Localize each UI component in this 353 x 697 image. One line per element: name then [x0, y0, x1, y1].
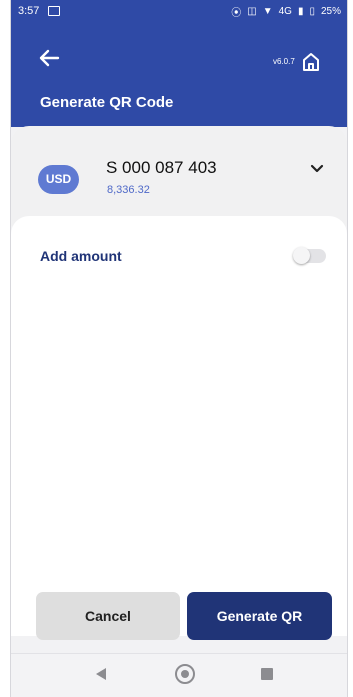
account-number: S 000 087 403 [106, 158, 217, 177]
wifi-icon: ▼ [262, 6, 273, 17]
battery-percent: 25% [320, 6, 341, 17]
system-nav-bar [11, 653, 347, 697]
back-arrow-icon[interactable] [38, 49, 60, 67]
image-notification-icon [48, 6, 60, 16]
nav-back-icon[interactable] [95, 668, 107, 680]
add-amount-label: Add amount [40, 248, 122, 264]
chevron-down-icon[interactable] [309, 161, 325, 177]
form-sheet: Add amount [11, 216, 347, 636]
toggle-knob [293, 247, 310, 264]
vibrate-icon: ◫ [247, 6, 257, 17]
page-title: Generate QR Code [40, 94, 174, 111]
account-selector[interactable]: USD S 000 087 403 8,336.32 [11, 126, 347, 226]
status-time: 3:57 [18, 5, 40, 17]
nav-home-icon[interactable] [175, 664, 195, 684]
cancel-button[interactable]: Cancel [36, 592, 180, 640]
app-bar: v6.0.7 Generate QR Code [11, 22, 347, 127]
network-label: 4G [278, 6, 292, 17]
currency-badge: USD [38, 165, 79, 194]
signal-icon: ▮ [297, 6, 304, 17]
nav-recents-icon[interactable] [261, 668, 273, 680]
status-bar: 3:57 ⦿ ◫ ▼ 4G ▮ ▯ 25% [11, 0, 347, 22]
add-amount-toggle[interactable] [293, 247, 326, 264]
generate-qr-button[interactable]: Generate QR [187, 592, 332, 640]
status-icons: ⦿ ◫ ▼ 4G ▮ ▯ 25% [231, 4, 341, 19]
account-balance: 8,336.32 [107, 184, 150, 196]
app-version: v6.0.7 [273, 57, 295, 66]
phone-screen: 3:57 ⦿ ◫ ▼ 4G ▮ ▯ 25% v6.0.7 Generate QR… [11, 0, 347, 697]
location-icon: ⦿ [231, 8, 242, 19]
home-icon[interactable] [301, 52, 321, 72]
battery-icon: ▯ [309, 6, 315, 17]
